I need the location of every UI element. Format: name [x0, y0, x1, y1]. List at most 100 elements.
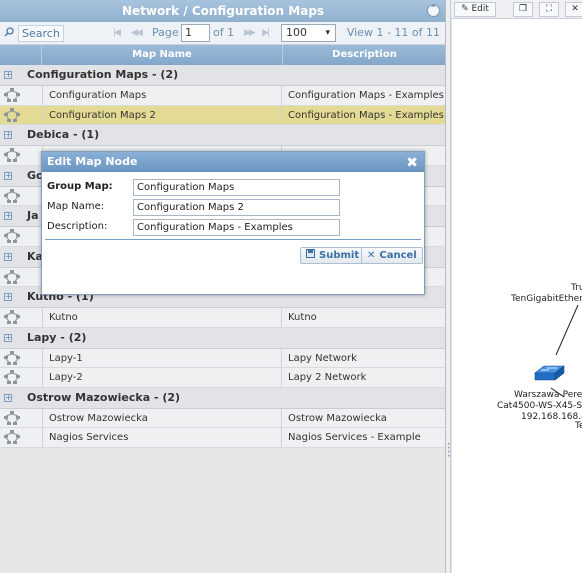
map-name-column-header[interactable]: Map Name	[42, 45, 283, 65]
pencil-icon: ✎	[461, 4, 469, 14]
group-map-field[interactable]: Configuration Maps	[133, 179, 340, 196]
icon-column-header	[0, 45, 42, 65]
group-row[interactable]: + Debica - (1)	[0, 125, 445, 146]
submit-button[interactable]: Submit	[300, 247, 366, 264]
map-name-label: Map Name:	[47, 201, 105, 212]
next-page-icon[interactable]: ▶▶	[244, 28, 256, 38]
group-row[interactable]: + Configuration Maps - (2)	[0, 65, 445, 86]
fullscreen-button[interactable]: ⛶	[539, 2, 559, 17]
expand-icon[interactable]: +	[4, 212, 12, 220]
group-label: Configuration Maps - (2)	[27, 68, 179, 81]
map-name-cell: Lapy-2	[42, 368, 282, 387]
first-page-icon[interactable]: |◀	[113, 28, 121, 38]
page-count-label: of 1	[213, 26, 235, 39]
expand-icon[interactable]: +	[4, 171, 12, 180]
description-cell: Configuration Maps - Examples	[288, 109, 444, 121]
last-page-icon[interactable]: ▶|	[262, 28, 270, 38]
panel-title: Network / Configuration Maps	[121, 4, 325, 18]
description-cell: Lapy Network	[288, 352, 357, 364]
expand-icon[interactable]: +	[4, 71, 12, 79]
link-label-tengig: TenGigabitEtherne	[511, 294, 582, 304]
map-name-cell: Configuration Maps 2	[42, 105, 282, 124]
group-label: Ostrow Mazowiecka - (2)	[27, 390, 181, 404]
description-cell: Configuration Maps - Examples	[288, 90, 444, 101]
group-map-label: Group Map:	[47, 181, 113, 192]
map-toolbar: ✎ Edit ❐ ⛶ ✕	[451, 0, 582, 19]
table-row[interactable]: Configuration Maps 2 Configuration Maps -…	[0, 105, 445, 125]
submit-label: Submit	[319, 250, 360, 261]
network-map-icon	[4, 310, 20, 324]
description-cell: Lapy 2 Network	[288, 372, 367, 383]
dialog-header: Edit Map Node ✖	[42, 152, 424, 172]
network-map-icon	[4, 430, 20, 444]
description-cell: Kutno	[288, 312, 317, 323]
dialog-title: Edit Map Node	[47, 155, 138, 168]
chevron-down-icon: ▾	[325, 28, 330, 38]
table-row[interactable]: Nagios Services Nagios Services - Example	[0, 428, 445, 448]
search-label: Search	[18, 25, 64, 42]
edit-button[interactable]: ✎ Edit	[454, 2, 496, 17]
new-window-button[interactable]: ❐	[513, 2, 533, 17]
map-name-field[interactable]: Configuration Maps 2	[133, 199, 340, 216]
map-name-cell: Lapy-1	[42, 348, 282, 367]
description-label: Description:	[47, 221, 108, 232]
table-row[interactable]: Ostrow Mazowiecka Ostrow Mazowiecka	[0, 408, 445, 428]
grid-column-headers: Map Name Description	[0, 45, 445, 65]
map-name-cell: Nagios Services	[42, 428, 282, 447]
pager-toolbar: Search |◀ ◀◀ Page 1 of 1 ▶▶ ▶| 100 ▾ Vie…	[0, 22, 445, 45]
edit-map-node-dialog: Edit Map Node ✖ Group Map: Configuration…	[41, 151, 425, 295]
table-row[interactable]: Configuration Maps Configuration Maps - E…	[0, 86, 445, 106]
expand-icon[interactable]: +	[4, 393, 12, 402]
rows-per-page-select[interactable]: 100 ▾	[281, 24, 336, 42]
expand-icon[interactable]: +	[4, 252, 12, 261]
table-row[interactable]: Kutno Kutno	[0, 308, 445, 328]
expand-icon[interactable]: +	[4, 333, 12, 342]
link-label-tru: Tru	[571, 283, 582, 293]
description-column-header[interactable]: Description	[283, 45, 445, 65]
map-name-cell: Ostrow Mazowiecka	[42, 408, 282, 427]
description-cell: Nagios Services - Example	[288, 432, 421, 443]
close-map-button[interactable]: ✕	[565, 2, 582, 17]
node-name-label: Warszawa-Perec	[514, 390, 582, 400]
expand-icon[interactable]: +	[4, 293, 12, 301]
network-map-icon	[4, 88, 20, 102]
table-row[interactable]: Lapy-2 Lapy 2 Network	[0, 368, 445, 388]
configuration-maps-panel: Network / Configuration Maps ⌃ Search |◀…	[0, 0, 446, 573]
group-row[interactable]: + Ostrow Mazowiecka - (2)	[0, 387, 445, 409]
search-button[interactable]: Search	[4, 25, 70, 42]
group-label: Ja	[27, 209, 39, 222]
search-icon	[4, 27, 14, 40]
close-icon[interactable]: ✖	[406, 153, 418, 173]
prev-page-icon[interactable]: ◀◀	[131, 28, 143, 38]
page-number-input[interactable]: 1	[181, 24, 210, 42]
network-map-icon	[4, 188, 20, 203]
map-canvas[interactable]: Tru TenGigabitEtherne Warszawa-Perec Cat…	[451, 19, 582, 573]
network-link-line	[555, 304, 579, 356]
description-cell: Ostrow Mazowiecka	[288, 412, 387, 424]
network-map-icon	[4, 229, 20, 243]
dialog-divider	[45, 239, 421, 240]
description-field[interactable]: Configuration Maps - Examples	[133, 219, 340, 236]
window-icon: ❐	[518, 4, 528, 14]
node-ip-label: 192.168.168.8	[521, 412, 582, 422]
node-suffix-label: Te	[575, 421, 582, 431]
collapse-panel-icon[interactable]: ⌃	[427, 4, 440, 17]
map-view-panel: ✎ Edit ❐ ⛶ ✕ Tru TenGigabitEtherne Wars	[451, 0, 582, 573]
group-label: Lapy - (2)	[27, 330, 87, 344]
expand-icon: ⛶	[545, 4, 553, 14]
splitter-handle-icon[interactable]: • • • •	[447, 442, 451, 460]
panel-titlebar: Network / Configuration Maps ⌃	[0, 0, 445, 22]
expand-icon[interactable]: +	[4, 131, 12, 139]
cancel-button[interactable]: ✕ Cancel	[361, 247, 423, 264]
group-label: Debica - (1)	[27, 128, 100, 141]
switch-icon	[534, 365, 565, 381]
save-icon	[306, 248, 315, 263]
node-model-label: Cat4500-WS-X45-SU	[497, 401, 582, 411]
table-row[interactable]: Lapy-1 Lapy Network	[0, 348, 445, 368]
page-label: Page	[152, 26, 179, 39]
close-icon: ✕	[571, 4, 579, 14]
edit-label: Edit	[471, 4, 489, 14]
records-count-label: View 1 - 11 of 11	[346, 26, 440, 39]
network-map-icon	[4, 148, 20, 162]
group-row[interactable]: + Lapy - (2)	[0, 327, 445, 349]
